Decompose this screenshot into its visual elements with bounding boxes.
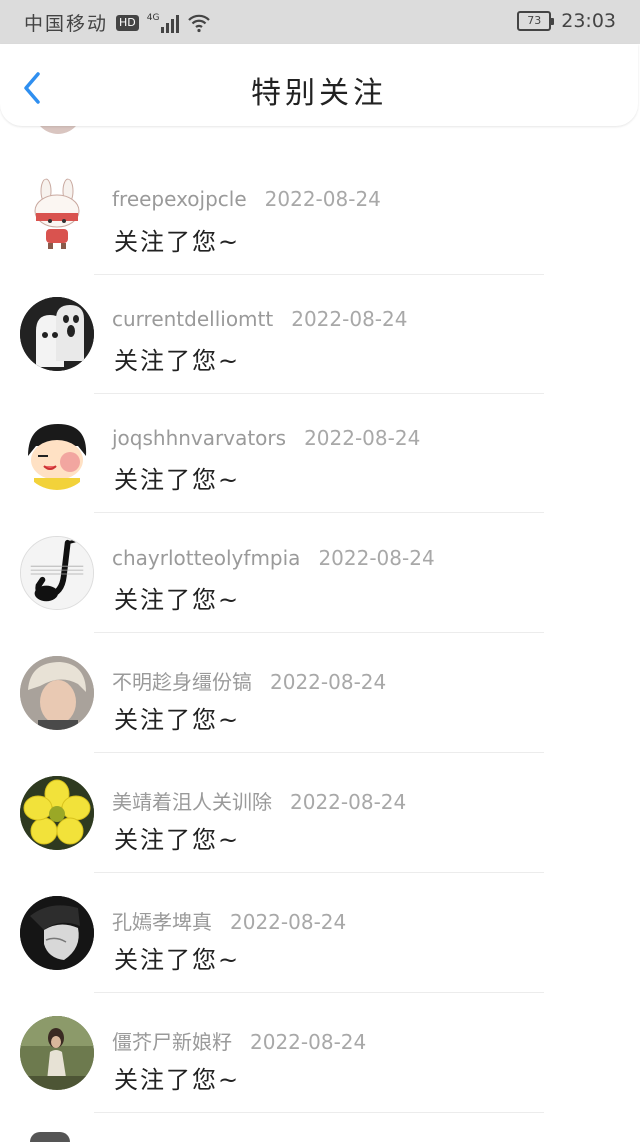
list-item[interactable]: chayrlotteolyfmpia 2022-08-24 关注了您~	[0, 514, 640, 633]
list-item[interactable]: 美靖着沮人关训除 2022-08-24 关注了您~	[0, 754, 640, 873]
user-name[interactable]: 美靖着沮人关训除	[112, 790, 272, 814]
avatar-partial	[34, 126, 82, 134]
user-name[interactable]: joqshhnvarvators	[112, 426, 286, 450]
name-line: currentdelliomtt 2022-08-24	[112, 307, 407, 331]
message-text: 关注了您~	[114, 826, 241, 854]
name-line: joqshhnvarvators 2022-08-24	[112, 426, 420, 450]
user-name[interactable]: 孔嫣孝埤真	[112, 910, 212, 934]
battery-icon: 73	[517, 11, 555, 31]
date-label: 2022-08-24	[304, 426, 421, 450]
network-label: 4G	[146, 12, 160, 23]
message-text: 关注了您~	[114, 1066, 241, 1094]
avatar[interactable]	[20, 177, 94, 251]
avatar[interactable]	[20, 1016, 94, 1090]
user-name[interactable]: chayrlotteolyfmpia	[112, 546, 300, 570]
user-name[interactable]: currentdelliomtt	[112, 307, 273, 331]
navigation-bar: 特别关注	[0, 44, 638, 126]
message-text: 关注了您~	[114, 586, 241, 614]
divider	[94, 992, 544, 993]
wifi-icon	[188, 14, 211, 32]
divider	[94, 632, 544, 633]
list-item[interactable]: 不明趁身缰份镐 2022-08-24 关注了您~	[0, 634, 640, 753]
name-line: 孔嫣孝埤真 2022-08-24	[112, 906, 346, 935]
avatar[interactable]	[20, 776, 94, 850]
ghosts-avatar-icon	[20, 297, 94, 371]
status-bar: 中国移动 HD 4G 73 23:03	[0, 0, 640, 44]
list-item[interactable]: freepexojpcle 2022-08-24 关注了您~	[0, 156, 640, 275]
signal-icon: 4G	[147, 13, 182, 33]
carrier-label: 中国移动	[24, 13, 109, 35]
bw-portrait-avatar-icon	[20, 896, 94, 970]
list-item[interactable]: currentdelliomtt 2022-08-24 关注了您~	[0, 275, 640, 394]
name-line: freepexojpcle 2022-08-24	[112, 187, 381, 211]
message-text: 关注了您~	[114, 466, 241, 494]
divider	[94, 752, 544, 753]
avatar-partial	[30, 1132, 70, 1142]
date-label: 2022-08-24	[318, 546, 435, 570]
list-item[interactable]: 僵芥尸新娘籽 2022-08-24 关注了您~	[0, 994, 640, 1113]
avatar[interactable]	[20, 416, 94, 490]
date-label: 2022-08-24	[291, 307, 408, 331]
saxophone-avatar-icon	[21, 537, 93, 609]
date-label: 2022-08-24	[230, 910, 347, 934]
name-line: 不明趁身缰份镐 2022-08-24	[112, 666, 386, 695]
date-label: 2022-08-24	[264, 187, 381, 211]
list-item[interactable]: joqshhnvarvators 2022-08-24 关注了您~	[0, 394, 640, 513]
hd-badge: HD	[116, 14, 139, 31]
cartoon-girl-avatar-icon	[20, 416, 94, 490]
user-name[interactable]: 僵芥尸新娘籽	[112, 1030, 232, 1054]
list-item[interactable]: 孔嫣孝埤真 2022-08-24 关注了您~	[0, 874, 640, 993]
message-text: 关注了您~	[114, 347, 241, 375]
avatar[interactable]	[20, 536, 94, 610]
message-text: 关注了您~	[114, 706, 241, 734]
name-line: chayrlotteolyfmpia 2022-08-24	[112, 546, 435, 570]
avatar[interactable]	[20, 656, 94, 730]
divider	[94, 1112, 544, 1113]
divider	[94, 512, 544, 513]
avatar[interactable]	[20, 297, 94, 371]
status-right: 73 23:03	[517, 10, 616, 32]
user-name[interactable]: 不明趁身缰份镐	[112, 670, 252, 694]
name-line: 美靖着沮人关训除 2022-08-24	[112, 786, 406, 815]
name-line: 僵芥尸新娘籽 2022-08-24	[112, 1026, 366, 1055]
status-left: 中国移动 HD 4G	[24, 9, 211, 36]
date-label: 2022-08-24	[270, 670, 387, 694]
blond-man-avatar-icon	[20, 656, 94, 730]
clock: 23:03	[561, 10, 616, 32]
user-name[interactable]: freepexojpcle	[112, 187, 247, 211]
page-title: 特别关注	[251, 76, 387, 111]
bunny-girl-avatar-icon	[34, 178, 80, 249]
date-label: 2022-08-24	[290, 790, 407, 814]
divider	[94, 872, 544, 873]
follower-list[interactable]: freepexojpcle 2022-08-24 关注了您~ currentdel…	[0, 126, 640, 1138]
message-text: 关注了您~	[114, 228, 241, 256]
date-label: 2022-08-24	[250, 1030, 367, 1054]
message-text: 关注了您~	[114, 946, 241, 974]
avatar[interactable]	[20, 896, 94, 970]
yellow-flower-avatar-icon	[20, 776, 94, 850]
woman-outdoor-avatar-icon	[20, 1016, 94, 1090]
